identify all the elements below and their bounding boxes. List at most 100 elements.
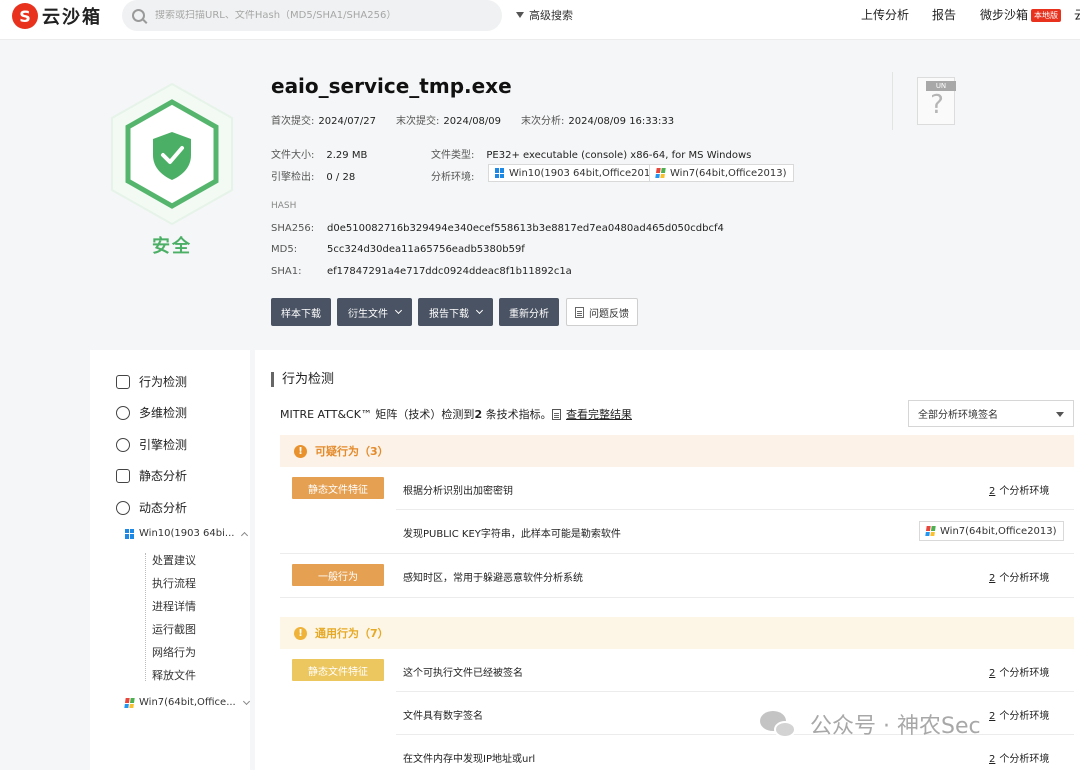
windows-flag-icon xyxy=(124,697,135,708)
env-count[interactable]: 2 个分析环境 xyxy=(989,750,1049,765)
filter-icon xyxy=(516,12,524,18)
sidebar-sub-item[interactable]: 处置建议 xyxy=(152,552,196,568)
last-analysis: 末次分析: 2024/08/09 16:33:33 xyxy=(521,116,675,127)
report-download-button[interactable]: 报告下载 xyxy=(418,298,493,326)
windows-flag-icon xyxy=(925,526,936,536)
logo-mark: S xyxy=(12,3,38,29)
sidebar-sub-item[interactable]: 运行截图 xyxy=(152,621,196,637)
behavior-text: 文件具有数字签名 xyxy=(403,711,483,722)
search-icon xyxy=(132,9,145,22)
sidebar-sub-item[interactable]: 执行流程 xyxy=(152,575,196,591)
nav-sandbox[interactable]: 微步沙箱 本地版 xyxy=(980,6,1062,23)
shield-check-icon xyxy=(111,82,233,226)
sidebar-item-dynamic[interactable]: 动态分析 xyxy=(116,499,187,516)
sidebar-sub-item[interactable]: 释放文件 xyxy=(152,667,196,683)
chevron-down-icon xyxy=(394,306,403,315)
group-header-suspicious[interactable]: ! 可疑行为（3） xyxy=(280,435,1074,467)
sidebar-env-win10[interactable]: Win10(1903 64bi... xyxy=(125,528,249,539)
category-tag: 一般行为 xyxy=(292,564,384,586)
mitre-summary: MITRE ATT&CK™ 矩阵（技术）检测到2 条技术指标。 xyxy=(280,408,552,421)
env-tag-win10[interactable]: Win10(1903 64bit,Office2016) xyxy=(488,164,668,182)
behavior-text: 感知时区，常用于躲避恶意软件分析系统 xyxy=(403,573,583,584)
sha256-value[interactable]: d0e510082716b329494e340ecef558613b3e8817… xyxy=(327,223,724,234)
group-header-common[interactable]: ! 通用行为（7） xyxy=(280,617,1074,649)
row-divider xyxy=(396,509,1074,510)
nav-upload[interactable]: 上传分析 xyxy=(861,6,909,23)
question-circle-icon xyxy=(116,437,130,452)
sidebar-env-win7[interactable]: Win7(64bit,Office... xyxy=(124,697,250,708)
feedback-button[interactable]: 问题反馈 xyxy=(566,298,638,326)
env-tag-win7-row[interactable]: Win7(64bit,Office2013) xyxy=(919,521,1064,541)
warning-icon: ! xyxy=(294,444,307,458)
file-name: eaio_service_tmp.exe xyxy=(271,74,512,98)
md5-value[interactable]: 5cc324d30dea11a65756eadb5380b59f xyxy=(327,244,525,255)
caret-down-icon xyxy=(1056,412,1064,417)
env-tag-win7[interactable]: Win7(64bit,Office2013) xyxy=(649,164,794,182)
monitor-icon xyxy=(116,374,130,389)
chevron-down-icon xyxy=(475,306,484,315)
env-signature-select[interactable]: 全部分析环境签名 xyxy=(908,400,1074,427)
top-bar: S 云沙箱 高级搜索 上传分析 报告 微步沙箱本地版 云 xyxy=(0,0,1080,40)
reanalyze-button[interactable]: 重新分析 xyxy=(499,298,559,326)
document-icon xyxy=(575,306,584,318)
verdict-label: 安全 xyxy=(152,236,192,257)
list-icon xyxy=(116,468,130,483)
env-count[interactable]: 2 个分析环境 xyxy=(989,569,1049,584)
sample-download-button[interactable]: 样本下载 xyxy=(271,298,331,326)
local-badge: 本地版 xyxy=(1031,9,1062,22)
logo[interactable]: S 云沙箱 xyxy=(12,3,102,29)
question-mark: ? xyxy=(930,90,944,120)
row-divider xyxy=(280,597,1074,598)
advanced-search-label: 高级搜索 xyxy=(529,9,573,22)
search-input[interactable] xyxy=(155,10,475,21)
behavior-text: 这个可执行文件已经被签名 xyxy=(403,668,523,679)
advanced-search-link[interactable]: 高级搜索 xyxy=(516,7,573,23)
sha256-label: SHA256: xyxy=(271,223,315,234)
warning-icon: ! xyxy=(294,626,307,640)
nav-cut-item[interactable]: 云 xyxy=(1074,6,1080,23)
last-submit: 末次提交: 2024/08/09 xyxy=(396,116,502,127)
view-full-results-link[interactable]: 查看完整结果 xyxy=(552,406,632,422)
chevron-down-icon xyxy=(242,697,250,705)
section-title: 行为检测 xyxy=(271,372,334,387)
hash-heading: HASH xyxy=(271,201,297,211)
env-count[interactable]: 2 个分析环境 xyxy=(989,482,1049,497)
search-bar[interactable] xyxy=(122,0,502,31)
engine-detection: 引擎检出: 0 / 28 xyxy=(271,172,356,183)
vertical-divider xyxy=(892,72,893,130)
sidebar-item-engine[interactable]: 引擎检测 xyxy=(116,436,187,453)
sidebar-item-static[interactable]: 静态分析 xyxy=(116,467,187,484)
sidebar-sub-item[interactable]: 进程详情 xyxy=(152,598,196,614)
analysis-env-label: 分析环境: xyxy=(431,172,475,183)
behavior-text: 根据分析识别出加密密钥 xyxy=(403,486,513,497)
document-icon xyxy=(552,408,561,420)
derived-files-button[interactable]: 衍生文件 xyxy=(337,298,412,326)
windows-flag-icon xyxy=(655,168,666,178)
sha1-value[interactable]: ef17847291a4e717ddc0924ddeac8f1b11892c1a xyxy=(327,266,572,277)
file-size: 文件大小: 2.29 MB xyxy=(271,150,368,161)
sidebar-item-multidimensional[interactable]: 多维检测 xyxy=(116,404,187,421)
windows-icon xyxy=(495,168,505,178)
md5-label: MD5: xyxy=(271,244,298,255)
category-tag: 静态文件特征 xyxy=(292,477,384,499)
behavior-text: 在文件内存中发现IP地址或url xyxy=(403,754,536,765)
wechat-icon xyxy=(760,709,800,739)
radar-icon xyxy=(116,405,130,420)
sidebar-sub-item[interactable]: 网络行为 xyxy=(152,644,196,660)
row-divider xyxy=(396,691,1074,692)
windows-icon xyxy=(125,528,135,539)
cycle-icon xyxy=(116,500,130,515)
first-submit: 首次提交: 2024/07/27 xyxy=(271,116,377,127)
file-type: 文件类型: PE32+ executable (console) x86-64, … xyxy=(431,150,752,161)
logo-text: 云沙箱 xyxy=(42,7,102,28)
nav-report[interactable]: 报告 xyxy=(932,6,956,23)
watermark: 公众号 · 神农Sec xyxy=(760,708,981,740)
sidebar-item-behavior[interactable]: 行为检测 xyxy=(116,373,187,390)
row-divider xyxy=(280,553,1074,554)
nav-sandbox-label: 微步沙箱 xyxy=(980,8,1029,22)
env-count[interactable]: 2 个分析环境 xyxy=(989,707,1049,722)
env-count[interactable]: 2 个分析环境 xyxy=(989,664,1049,679)
unknown-file-icon: UN ? xyxy=(917,77,956,125)
tree-line xyxy=(145,553,146,681)
verdict-badge xyxy=(108,80,236,230)
